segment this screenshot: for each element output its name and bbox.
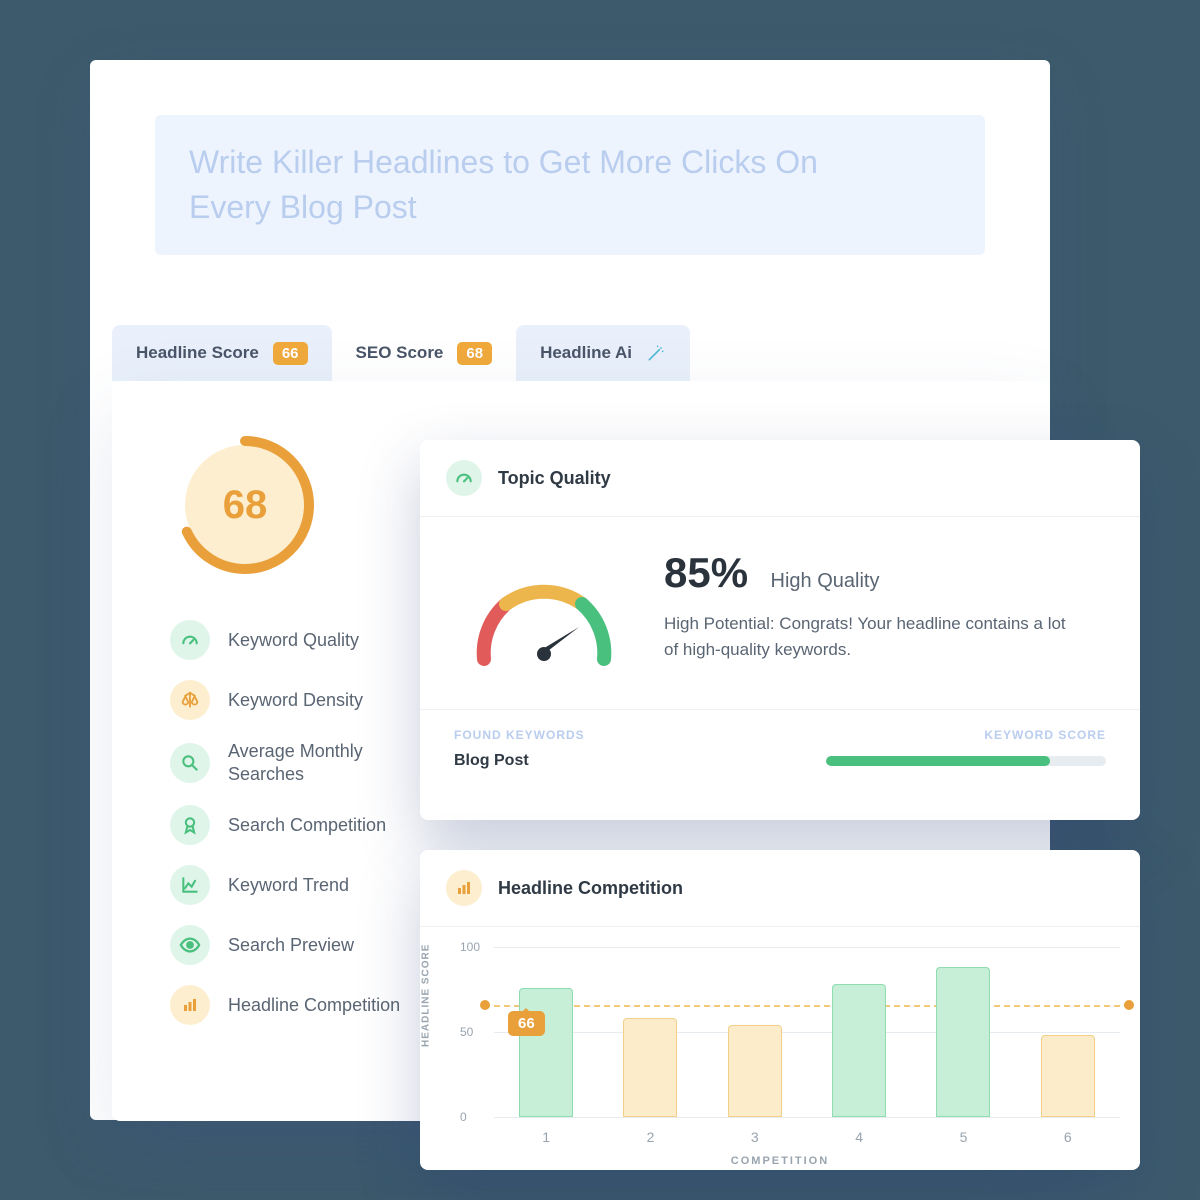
metric-label: Search Preview [228, 934, 354, 957]
chart-bar [728, 1025, 782, 1117]
quality-label: High Quality [771, 570, 880, 592]
score-marker: 66 [508, 1011, 545, 1036]
metric-label: Headline Competition [228, 994, 400, 1017]
tab-label: Headline Ai [540, 343, 632, 363]
metric-item[interactable]: Average Monthly Searches [170, 740, 430, 785]
chart-bar [623, 1018, 677, 1117]
metric-label: Keyword Density [228, 689, 363, 712]
card-header: Topic Quality [420, 440, 1140, 517]
quality-gauge [454, 549, 634, 689]
eye-icon [170, 925, 210, 965]
found-keyword: Blog Post [454, 752, 529, 770]
scale-icon [170, 680, 210, 720]
metric-item[interactable]: Search Competition [170, 805, 430, 845]
tab-label: Headline Score [136, 343, 259, 363]
headline-competition-card: Headline Competition HEADLINE SCORE 0501… [420, 850, 1140, 1170]
quality-percent: 85% [664, 549, 748, 597]
tabs: Headline Score 66 SEO Score 68 Headline … [112, 325, 690, 381]
quality-description: High Potential: Congrats! Your headline … [664, 611, 1084, 662]
gauge-icon [446, 460, 482, 496]
card-header: Headline Competition [420, 850, 1140, 927]
trend-icon [170, 865, 210, 905]
tab-headline-score[interactable]: Headline Score 66 [112, 325, 332, 381]
chart-ylabel: HEADLINE SCORE [421, 944, 432, 1047]
seo-score-circle: 68 [170, 430, 320, 580]
card-title: Topic Quality [498, 468, 611, 489]
chart-xlabel: COMPETITION [420, 1155, 1140, 1167]
gauge-icon [170, 620, 210, 660]
keyword-score-label: KEYWORD SCORE [984, 728, 1106, 742]
ribbon-icon [170, 805, 210, 845]
topic-quality-card: Topic Quality 85% High Quality High Pote… [420, 440, 1140, 820]
metric-item[interactable]: Search Preview [170, 925, 430, 965]
competition-chart: HEADLINE SCORE 05010012345666 COMPETITIO… [420, 927, 1140, 1167]
chart-bar [832, 984, 886, 1117]
metric-item[interactable]: Keyword Quality [170, 620, 430, 660]
magic-wand-icon [646, 343, 666, 363]
headline-text: Write Killer Headlines to Get More Click… [189, 140, 829, 230]
metric-list: Keyword Quality Keyword Density Average Mo… [170, 620, 430, 1025]
chart-bar [1041, 1035, 1095, 1117]
metric-label: Search Competition [228, 814, 386, 837]
metric-item[interactable]: Keyword Density [170, 680, 430, 720]
chart-bar [936, 967, 990, 1117]
tab-label: SEO Score [356, 343, 444, 363]
bars-icon [170, 985, 210, 1025]
tab-seo-score[interactable]: SEO Score 68 [332, 325, 517, 381]
search-icon [170, 743, 210, 783]
metric-item[interactable]: Keyword Trend [170, 865, 430, 905]
headline-input-box[interactable]: Write Killer Headlines to Get More Click… [155, 115, 985, 255]
tab-badge: 68 [457, 342, 492, 365]
metric-label: Keyword Trend [228, 874, 349, 897]
tab-badge: 66 [273, 342, 308, 365]
card-title: Headline Competition [498, 878, 683, 899]
bars-icon [446, 870, 482, 906]
keyword-score-bar [826, 756, 1106, 766]
tab-headline-ai[interactable]: Headline Ai [516, 325, 690, 381]
metric-label: Average Monthly Searches [228, 740, 430, 785]
metric-label: Keyword Quality [228, 629, 359, 652]
found-keywords-label: FOUND KEYWORDS [454, 728, 585, 742]
metric-item[interactable]: Headline Competition [170, 985, 430, 1025]
seo-score-value: 68 [170, 430, 320, 580]
